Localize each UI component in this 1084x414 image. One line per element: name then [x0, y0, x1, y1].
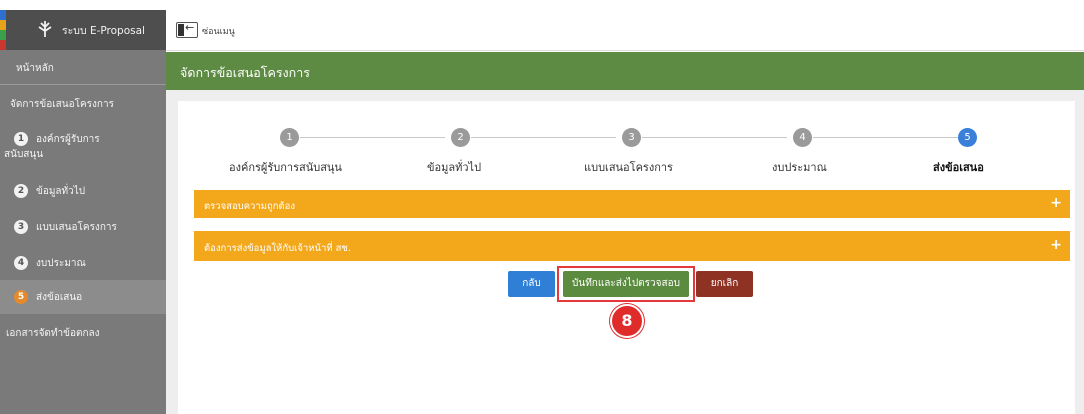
step-2-label: ข้อมูลทั่วไป — [427, 161, 482, 174]
sidebar-item-label: หน้าหลัก — [16, 63, 54, 74]
sidebar-item-organization[interactable]: 1 องค์กรผู้รับการ สนับสนุน — [0, 122, 166, 172]
sidebar-item-label: แบบเสนอโครงการ — [36, 222, 117, 233]
step-number-badge: 1 — [14, 132, 28, 146]
expand-plus-icon[interactable]: + — [1050, 237, 1062, 253]
step-5-label: ส่งข้อเสนอ — [933, 161, 984, 174]
sidebar-item-label-cont: สนับสนุน — [4, 149, 44, 160]
step-connector — [300, 137, 445, 138]
accordion-send-to-staff[interactable]: ต้องการส่งข้อมูลให้กับเจ้าหน้าที่ สช. + — [194, 231, 1070, 261]
step-number-badge: 5 — [14, 290, 28, 304]
sidebar-item-home[interactable]: หน้าหลัก — [0, 50, 166, 84]
page-header: จัดการข้อเสนอโครงการ — [166, 52, 1084, 90]
step-5-circle[interactable]: 5 — [958, 128, 977, 147]
step-number-badge: 2 — [14, 184, 28, 198]
sidebar-header: ระบบ E-Proposal — [0, 10, 166, 50]
sidebar-item-general-info[interactable]: 2 ข้อมูลทั่วไป — [0, 174, 166, 208]
step-4-circle[interactable]: 4 — [793, 128, 812, 147]
step-3-circle[interactable]: 3 — [622, 128, 641, 147]
sidebar-item-manage-proposals[interactable]: จัดการข้อเสนอโครงการ — [0, 85, 166, 121]
app-title: ระบบ E-Proposal — [62, 25, 145, 37]
accordion-validation[interactable]: ตรวจสอบความถูกต้อง + — [194, 190, 1070, 218]
sidebar: ระบบ E-Proposal หน้าหลัก จัดการข้อเสนอโค… — [0, 10, 166, 414]
step-number-badge: 4 — [14, 256, 28, 270]
step-1-label: องค์กรผู้รับการสนับสนุน — [229, 161, 342, 174]
sidebar-item-agreement-docs[interactable]: เอกสารจัดทำข้อตกลง — [0, 316, 166, 350]
step-connector — [813, 137, 958, 138]
sidebar-item-label: เอกสารจัดทำข้อตกลง — [6, 328, 100, 339]
step-callout-badge: 8 — [610, 304, 644, 338]
sidebar-item-label: ข้อมูลทั่วไป — [36, 186, 86, 197]
top-bar: ← ซ่อนเมนู — [166, 10, 1084, 51]
brand-color-strip — [0, 10, 6, 50]
app-window: ระบบ E-Proposal หน้าหลัก จัดการข้อเสนอโค… — [0, 0, 1084, 414]
step-connector — [642, 137, 787, 138]
step-3-label: แบบเสนอโครงการ — [584, 161, 673, 174]
sidebar-item-label: งบประมาณ — [36, 258, 86, 269]
sidebar-collapse-icon — [178, 24, 184, 36]
expand-plus-icon[interactable]: + — [1050, 195, 1062, 211]
accordion-title: ตรวจสอบความถูกต้อง — [204, 201, 296, 212]
toggle-menu-button[interactable]: ← — [176, 21, 198, 38]
page-title: จัดการข้อเสนอโครงการ — [180, 65, 310, 80]
sidebar-item-label: องค์กรผู้รับการ — [36, 134, 100, 145]
step-number-badge: 3 — [14, 220, 28, 234]
sidebar-item-budget[interactable]: 4 งบประมาณ — [0, 246, 166, 280]
sidebar-item-proposal-form[interactable]: 3 แบบเสนอโครงการ — [0, 210, 166, 244]
hide-menu-label[interactable]: ซ่อนเมนู — [202, 24, 235, 38]
step-1-circle[interactable]: 1 — [280, 128, 299, 147]
highlight-box — [557, 266, 695, 302]
arrow-left-icon: ← — [185, 21, 195, 34]
sidebar-item-label: จัดการข้อเสนอโครงการ — [10, 99, 114, 110]
sidebar-item-label: ส่งข้อเสนอ — [36, 292, 83, 303]
sidebar-item-submit-proposal[interactable]: 5 ส่งข้อเสนอ — [0, 280, 166, 314]
accordion-title: ต้องการส่งข้อมูลให้กับเจ้าหน้าที่ สช. — [204, 243, 351, 254]
tree-logo-icon — [34, 18, 56, 40]
step-2-circle[interactable]: 2 — [451, 128, 470, 147]
step-connector — [471, 137, 616, 138]
step-4-label: งบประมาณ — [772, 161, 827, 174]
back-button[interactable]: กลับ — [508, 271, 555, 297]
cancel-button[interactable]: ยกเลิก — [696, 271, 753, 297]
